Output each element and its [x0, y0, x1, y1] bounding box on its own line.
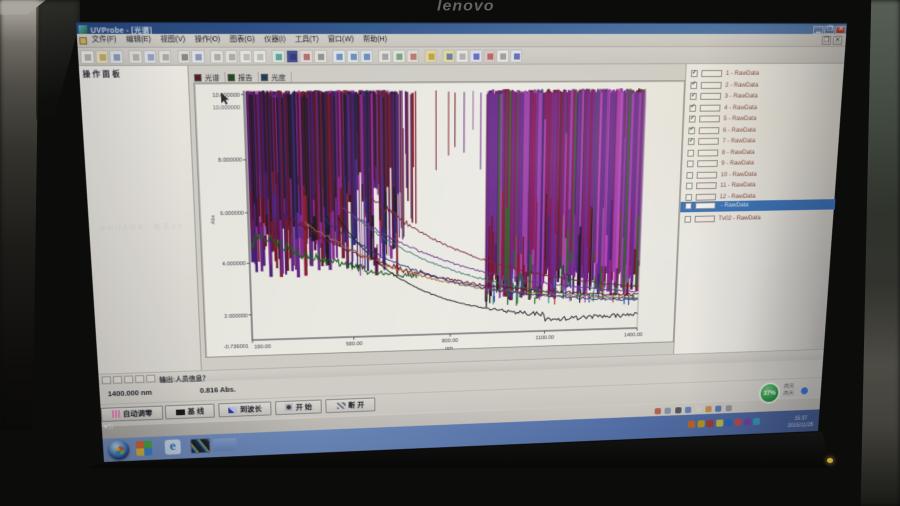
svg-text:1400.00: 1400.00: [624, 332, 643, 338]
svg-text:-0.736001: -0.736001: [224, 343, 250, 350]
svg-text:4.000000: 4.000000: [222, 261, 246, 268]
svg-text:190.00: 190.00: [254, 344, 272, 351]
svg-text:1100.00: 1100.00: [536, 335, 555, 342]
svg-text:500.00: 500.00: [346, 341, 363, 348]
svg-text:800.00: 800.00: [442, 338, 459, 344]
svg-text:nm: nm: [445, 345, 452, 351]
svg-text:8.000000: 8.000000: [218, 157, 243, 164]
svg-text:Abs: Abs: [211, 215, 217, 224]
svg-text:2.000000: 2.000000: [224, 313, 248, 320]
svg-text:6.000000: 6.000000: [220, 210, 245, 217]
